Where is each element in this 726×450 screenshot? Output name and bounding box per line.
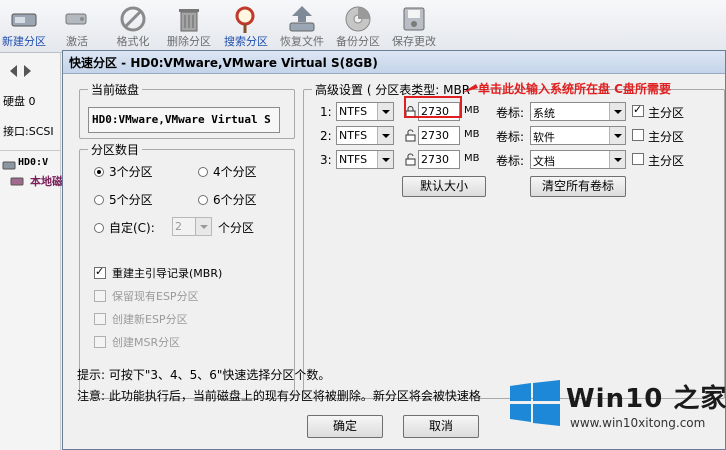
dialog-titlebar[interactable]: 快速分区 - HD0:VMware,VMware Virtual S(8GB) [63, 51, 725, 74]
row-2-size-input[interactable]: 2730 [418, 126, 460, 145]
radio-3-partitions[interactable] [94, 167, 104, 177]
row-3-volume-label: 卷标: [496, 154, 525, 168]
radio-4-partitions-label[interactable]: 4个分区 [213, 163, 257, 180]
radio-custom[interactable] [94, 223, 104, 233]
disk-tree-icon [2, 161, 16, 170]
row-1-fs-select[interactable]: NTFS [336, 102, 394, 121]
toolbar-delete-button[interactable]: 删除分区 [159, 2, 219, 50]
create-esp-checkbox [94, 313, 106, 325]
back-arrow-icon[interactable] [10, 65, 17, 77]
toolbar-format-button[interactable]: 格式化 [103, 2, 163, 50]
create-msr-label: 创建MSR分区 [112, 336, 181, 349]
row-2-primary-label[interactable]: 主分区 [648, 128, 684, 145]
lock-open-icon[interactable] [404, 153, 417, 166]
chevron-down-icon [377, 103, 393, 120]
current-disk-group: 当前磁盘 HD0:VMware,VMware Virtual S [79, 81, 295, 139]
radio-4-partitions[interactable] [198, 167, 208, 177]
annotation-highlight-box [404, 96, 462, 118]
default-size-button[interactable]: 默认大小 [402, 176, 486, 197]
row-1-volume-select[interactable]: 系统 [530, 102, 626, 121]
new-partition-icon [11, 13, 37, 27]
chevron-down-icon [609, 127, 625, 144]
toolbar-backup-button[interactable]: 备份分区 [328, 2, 388, 50]
create-msr-checkbox [94, 336, 106, 348]
row-3-size-input[interactable]: 2730 [418, 150, 460, 169]
ok-button[interactable]: 确定 [307, 415, 383, 438]
interface-label: 接口:SCSI [3, 125, 54, 138]
row-1-primary-label[interactable]: 主分区 [648, 104, 684, 121]
annotation-text: 单击此处输入系统所在盘 C盘所需要 [478, 82, 671, 96]
row-2-unit: MB [464, 129, 480, 140]
format-icon [120, 6, 146, 32]
tree-local-disk-item[interactable]: 本地磁 [30, 173, 63, 189]
cancel-button[interactable]: 取消 [403, 415, 479, 438]
chevron-down-icon [609, 103, 625, 120]
custom-suffix: 个分区 [218, 221, 255, 235]
custom-label[interactable]: 自定(C): [109, 219, 155, 236]
custom-count-select: 2 [172, 217, 212, 236]
radio-5-partitions[interactable] [94, 195, 104, 205]
row-2-primary-checkbox[interactable] [632, 129, 644, 141]
rebuild-mbr-checkbox[interactable] [94, 265, 106, 279]
toolbar-activate-button[interactable]: 激活 [47, 2, 107, 50]
current-disk-title: 当前磁盘 [88, 81, 143, 98]
row-2-volume-label: 卷标: [496, 130, 525, 144]
save-icon [403, 7, 425, 31]
row-2-fs-select[interactable]: NTFS [336, 126, 394, 145]
chevron-down-icon [377, 127, 393, 144]
keep-esp-checkbox [94, 290, 106, 302]
row-3-volume-select[interactable]: 文档 [530, 150, 626, 169]
forward-arrow-icon[interactable] [24, 65, 31, 77]
watermark-url: www.win10xitong.com [570, 416, 706, 430]
chevron-down-icon [377, 151, 393, 168]
dialog-title: 快速分区 - HD0:VMware,VMware Virtual S(8GB) [69, 56, 378, 70]
row-1-unit: MB [464, 105, 480, 116]
row-3-number: 3: [320, 153, 332, 167]
restore-icon [289, 6, 315, 32]
tree-disk-item[interactable]: HD0:V [18, 157, 48, 168]
toolbar-new-partition-button[interactable]: 新建分区 [0, 2, 54, 50]
row-3-unit: MB [464, 153, 480, 164]
watermark-brand: Win10 之家 [566, 384, 726, 414]
radio-6-partitions-label[interactable]: 6个分区 [213, 191, 257, 208]
row-2-volume-select[interactable]: 软件 [530, 126, 626, 145]
partition-count-group: 分区数目 3个分区 4个分区 5个分区 6个分区 自定(C): 2 个分区 重建… [79, 141, 295, 399]
keep-esp-label: 保留现有ESP分区 [112, 290, 199, 303]
backup-icon [345, 6, 371, 32]
advanced-settings-group: 高级设置 ( 分区表类型: MBR 1: NTFS 2730 MB 卷标: 系统… [303, 81, 725, 399]
watermark: Win10 之家 www.win10xitong.com [494, 372, 726, 450]
hint-text: 提示: 可按下"3、4、5、6"快速选择分区个数。 [77, 368, 331, 382]
create-esp-label: 创建新ESP分区 [112, 313, 188, 326]
rebuild-mbr-label[interactable]: 重建主引导记录(MBR) [112, 265, 222, 281]
row-3-primary-checkbox[interactable] [632, 153, 644, 165]
radio-3-partitions-label[interactable]: 3个分区 [109, 163, 153, 180]
row-3-primary-label[interactable]: 主分区 [648, 152, 684, 169]
warning-text: 注意: 此功能执行后，当前磁盘上的现有分区将被删除。新分区将会被快速格 [77, 389, 481, 403]
radio-6-partitions[interactable] [198, 195, 208, 205]
lock-open-icon[interactable] [404, 129, 417, 142]
local-disk-icon [10, 177, 24, 186]
row-1-volume-label: 卷标: [496, 106, 525, 120]
chevron-down-icon [195, 218, 211, 235]
activate-icon [65, 13, 87, 25]
disk-label: 硬盘 0 [3, 95, 36, 108]
partition-count-title: 分区数目 [88, 141, 143, 158]
chevron-down-icon [609, 151, 625, 168]
toolbar-save-button[interactable]: 保存更改 [384, 2, 444, 50]
delete-icon [179, 9, 199, 32]
row-1-primary-checkbox[interactable] [632, 103, 644, 117]
toolbar-restore-button[interactable]: 恢复文件 [272, 2, 332, 50]
radio-5-partitions-label[interactable]: 5个分区 [109, 191, 153, 208]
left-pane: 硬盘 0 接口:SCSI HD0:V 本地磁 [0, 53, 63, 450]
toolbar-search-button[interactable]: 搜索分区 [216, 2, 276, 50]
row-1-number: 1: [320, 105, 332, 119]
row-3-fs-select[interactable]: NTFS [336, 150, 394, 169]
search-icon [235, 6, 255, 33]
windows-logo-icon [510, 380, 560, 426]
clear-labels-button[interactable]: 清空所有卷标 [530, 176, 626, 197]
current-disk-field: HD0:VMware,VMware Virtual S [88, 107, 280, 133]
row-2-number: 2: [320, 129, 332, 143]
main-toolbar: 新建分区 激活 格式化 删除分区 搜索分区 恢复文件 备份分区 保存更改 [0, 0, 726, 53]
